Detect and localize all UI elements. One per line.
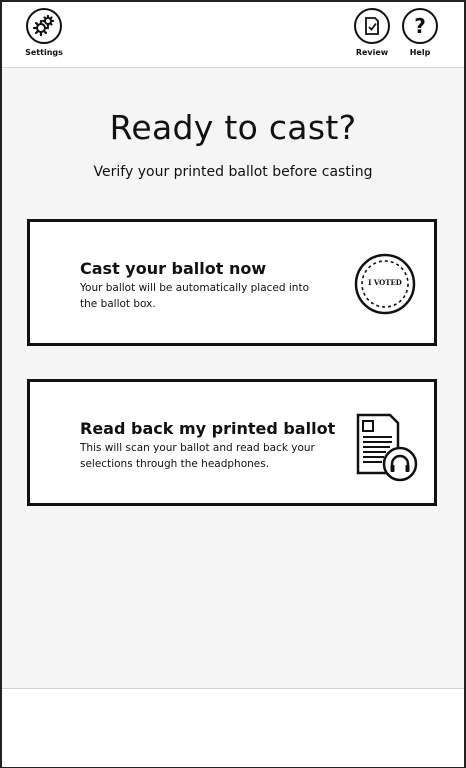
review-label: Review bbox=[355, 48, 389, 57]
cast-ballot-option[interactable]: Cast your ballot now Your ballot will be… bbox=[27, 219, 437, 346]
screen-frame: Settings Review ? Help Ready to cast? Ve… bbox=[0, 0, 466, 768]
i-voted-text: I VOTED bbox=[368, 278, 402, 287]
help-button[interactable]: ? Help bbox=[400, 8, 440, 57]
help-glyph: ? bbox=[414, 14, 426, 38]
cast-ballot-description: Your ballot will be automatically placed… bbox=[80, 282, 309, 310]
review-button[interactable]: Review bbox=[352, 8, 392, 57]
review-icon bbox=[354, 8, 390, 44]
top-bar: Settings Review ? Help bbox=[2, 2, 464, 68]
page-title: Ready to cast? bbox=[109, 108, 357, 147]
cast-ballot-title: Cast your ballot now bbox=[80, 259, 267, 278]
help-icon: ? bbox=[402, 8, 438, 44]
read-back-title: Read back my printed ballot bbox=[80, 419, 336, 438]
read-back-description: This will scan your ballot and read back… bbox=[80, 442, 315, 470]
gears-icon bbox=[26, 8, 62, 44]
ballot-headphones-icon bbox=[352, 411, 420, 483]
settings-label: Settings bbox=[25, 48, 63, 57]
footer-bar bbox=[2, 688, 464, 767]
i-voted-sticker-icon: I VOTED bbox=[353, 252, 417, 316]
help-label: Help bbox=[409, 48, 431, 57]
page-subtitle: Verify your printed ballot before castin… bbox=[93, 164, 373, 180]
settings-button[interactable]: Settings bbox=[24, 8, 64, 57]
read-back-option[interactable]: Read back my printed ballot This will sc… bbox=[27, 379, 437, 506]
